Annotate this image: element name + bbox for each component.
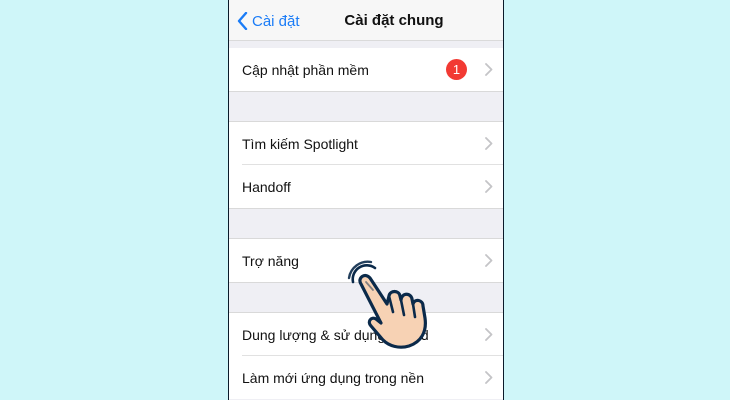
chevron-right-icon (485, 63, 493, 76)
row-label: Cập nhật phần mềm (242, 61, 369, 78)
chevron-right-icon (485, 328, 493, 341)
row-spotlight[interactable]: Tìm kiếm Spotlight (229, 121, 503, 165)
row-label: Tìm kiếm Spotlight (242, 135, 358, 152)
row-label: Handoff (242, 178, 291, 195)
row-background-refresh[interactable]: Làm mới ứng dụng trong nền (229, 356, 503, 399)
row-label: Làm mới ứng dụng trong nền (242, 369, 424, 386)
chevron-right-icon (485, 137, 493, 150)
chevron-right-icon (485, 371, 493, 384)
update-count-badge: 1 (446, 59, 467, 80)
navigation-bar: Cài đặt Cài đặt chung (229, 0, 503, 41)
tap-hand-icon (347, 260, 427, 349)
chevron-right-icon (485, 180, 493, 193)
settings-screen: Cài đặt Cài đặt chung Cập nhật phần mềm … (228, 0, 504, 400)
row-handoff[interactable]: Handoff (229, 165, 503, 209)
page-title: Cài đặt chung (344, 12, 444, 29)
row-label: Trợ năng (242, 252, 299, 269)
row-software-update[interactable]: Cập nhật phần mềm 1 (229, 48, 503, 92)
chevron-right-icon (485, 254, 493, 267)
